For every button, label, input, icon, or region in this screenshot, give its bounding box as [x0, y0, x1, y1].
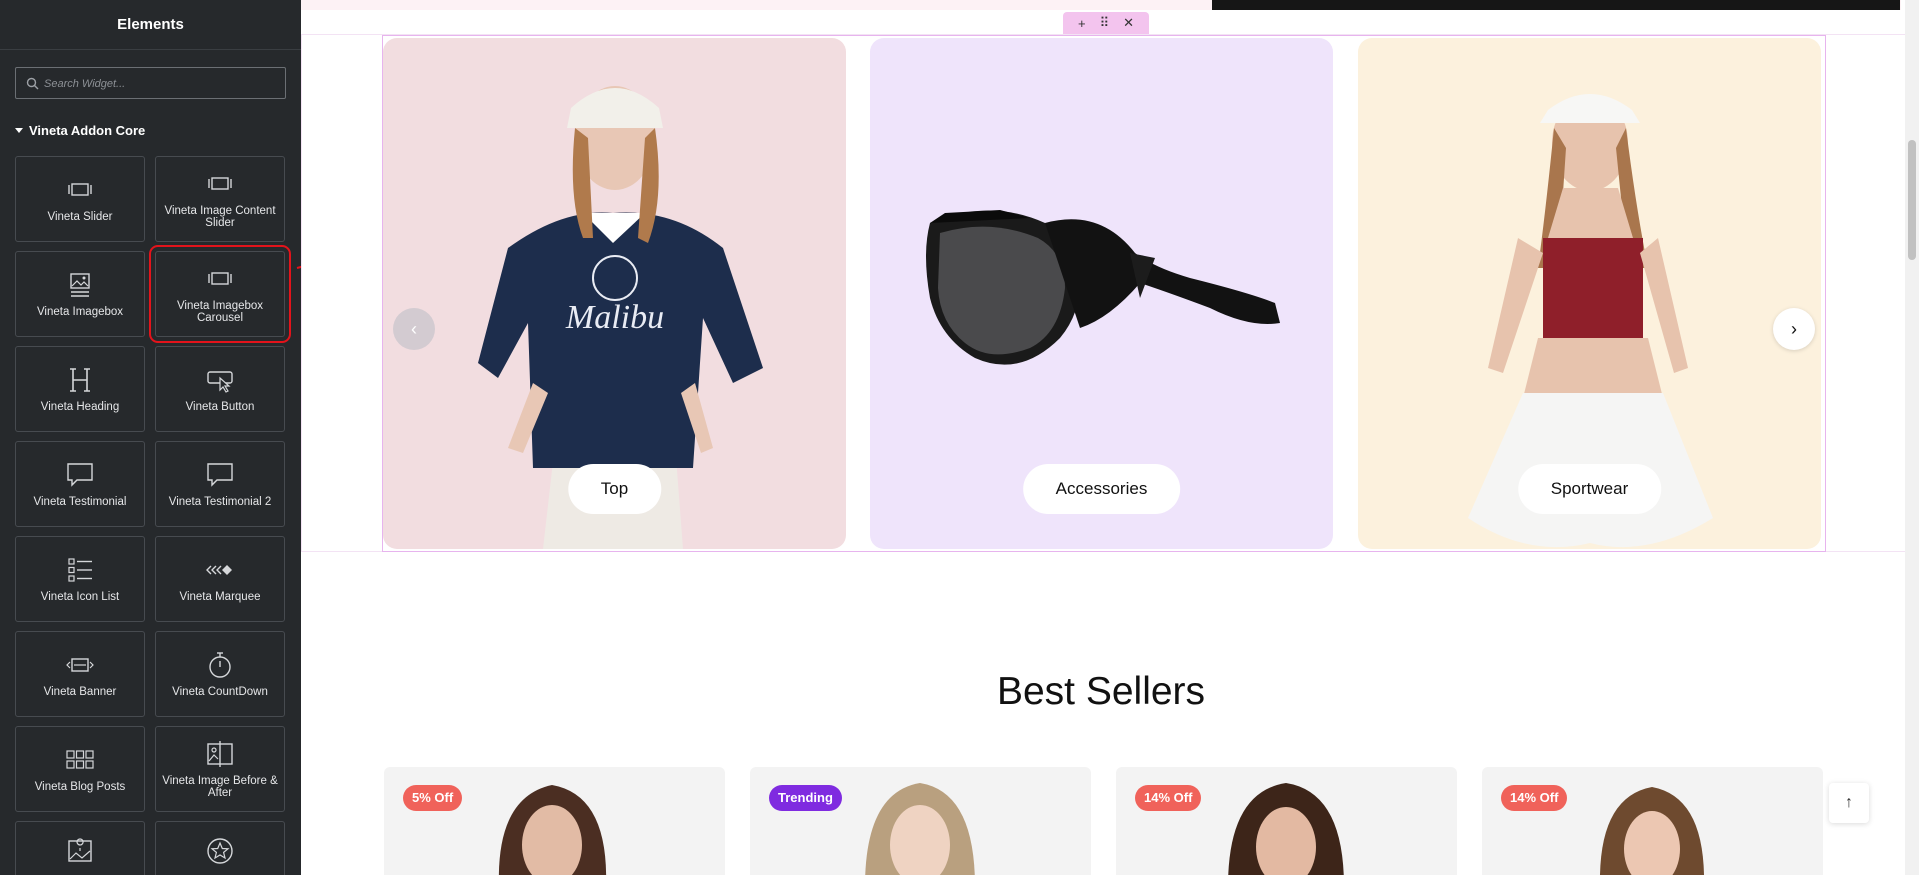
close-icon[interactable]: ✕ — [1123, 15, 1134, 31]
widget-label: Vineta Testimonial 2 — [168, 496, 272, 508]
widget-label: Vineta Banner — [43, 686, 117, 698]
previous-section-edge — [301, 0, 1901, 10]
search-widget-input[interactable] — [44, 74, 274, 94]
widget-vineta-icon-list[interactable]: Vineta Icon List — [15, 536, 145, 622]
trending-badge: Trending — [769, 785, 842, 811]
card-label: Top — [567, 464, 662, 514]
widget-vineta-countdown[interactable]: Vineta CountDown — [155, 631, 285, 717]
canvas-scrollbar[interactable] — [1905, 0, 1919, 875]
widget-grid: Vineta Slider Vineta Image Content Slide… — [15, 156, 291, 875]
widget-label: Vineta Slider — [47, 211, 113, 223]
category-label: Vineta Addon Core — [29, 123, 146, 138]
carousel-card-top[interactable]: Malibu Top — [383, 38, 846, 549]
product-image — [1600, 787, 1704, 875]
editor-canvas: + ⠿ ✕ Malibu Top Accessories Sportwear ‹… — [301, 0, 1919, 875]
panel-title: Elements — [0, 0, 301, 50]
carousel-card-sportwear[interactable]: Sportwear — [1358, 38, 1821, 549]
widget-vineta-testimonial-2[interactable]: Vineta Testimonial 2 — [155, 441, 285, 527]
card-label: Sportwear — [1517, 464, 1662, 514]
widget-label: Vineta Heading — [40, 401, 120, 413]
product-card[interactable]: 14% Off — [1482, 767, 1823, 875]
carousel-card-accessories[interactable]: Accessories — [870, 38, 1333, 549]
carousel-prev-button[interactable]: ‹ — [393, 308, 435, 350]
product-card[interactable]: 14% Off — [1116, 767, 1457, 875]
chevron-right-icon: › — [1791, 318, 1797, 339]
widget-vineta-imagebox[interactable]: Vineta Imagebox — [15, 251, 145, 337]
elements-panel: Elements Vineta Addon Core Vineta Slider… — [0, 0, 301, 875]
widget-label: Vineta Marquee — [179, 591, 261, 603]
product-card[interactable]: 5% Off — [384, 767, 725, 875]
drag-handle-icon[interactable]: ⠿ — [1100, 15, 1110, 31]
widget-label: Vineta Image Before & After — [162, 775, 278, 799]
marquee-icon — [206, 565, 232, 575]
carousel-next-button[interactable]: › — [1773, 308, 1815, 350]
widget-vineta-heading[interactable]: Vineta Heading — [15, 346, 145, 432]
chevron-left-icon: ‹ — [411, 318, 417, 339]
image-icon — [70, 273, 90, 297]
widget-vineta-blog-posts[interactable]: Vineta Blog Posts — [15, 726, 145, 812]
button-icon — [207, 371, 233, 393]
widget-label: Vineta Testimonial — [33, 496, 127, 508]
category-header[interactable]: Vineta Addon Core — [15, 123, 145, 138]
search-icon — [26, 77, 39, 90]
slider-icon — [68, 183, 92, 196]
product-image — [1228, 783, 1344, 875]
heading-icon — [70, 368, 90, 392]
widget-label: Vineta Imagebox — [36, 306, 124, 318]
best-sellers-heading: Best Sellers — [996, 670, 1206, 713]
slider-icon — [208, 177, 232, 190]
arrow-up-icon: ↑ — [1845, 794, 1853, 811]
star-icon — [207, 838, 233, 864]
before-after-icon — [207, 741, 233, 767]
discount-badge: 14% Off — [1135, 785, 1202, 811]
widget-label: Vineta Blog Posts — [34, 781, 126, 793]
slider-icon — [208, 272, 232, 285]
discount-badge: 14% Off — [1501, 785, 1568, 811]
scrollbar-thumb[interactable] — [1908, 140, 1916, 260]
widget-label: Vineta Image Content Slider — [164, 205, 276, 229]
stopwatch-icon — [209, 652, 231, 678]
product-image — [865, 783, 975, 875]
map-image-icon — [68, 838, 92, 862]
grid-icon — [66, 750, 94, 769]
speech-bubble-icon — [67, 463, 93, 487]
widget-vineta-imagebox-carousel[interactable]: Vineta Imagebox Carousel — [149, 245, 291, 343]
add-section-icon[interactable]: + — [1078, 16, 1086, 31]
widget-vineta-marquee[interactable]: Vineta Marquee — [155, 536, 285, 622]
product-card[interactable]: Trending — [750, 767, 1091, 875]
product-image — [498, 785, 607, 875]
widget-vineta-banner[interactable]: Vineta Banner — [15, 631, 145, 717]
widget-vineta-testimonial[interactable]: Vineta Testimonial — [15, 441, 145, 527]
widget-vineta-slider[interactable]: Vineta Slider — [15, 156, 145, 242]
widget-vineta-button[interactable]: Vineta Button — [155, 346, 285, 432]
widget-partial-star[interactable] — [155, 821, 285, 875]
widget-label: Vineta Imagebox Carousel — [176, 300, 264, 324]
back-to-top-button[interactable]: ↑ — [1829, 783, 1869, 823]
widget-label: Vineta Button — [185, 401, 255, 413]
search-box[interactable] — [15, 67, 286, 99]
widget-label: Vineta Icon List — [40, 591, 120, 603]
banner-icon — [66, 658, 94, 672]
widget-label: Vineta CountDown — [172, 686, 268, 698]
widget-vineta-image-content-slider[interactable]: Vineta Image Content Slider — [155, 156, 285, 242]
caret-down-icon — [15, 128, 23, 133]
list-icon — [68, 558, 92, 582]
svg-text:Malibu: Malibu — [565, 299, 664, 336]
imagebox-carousel[interactable]: Malibu Top Accessories Sportwear ‹ › — [382, 35, 1826, 552]
previous-section-image — [1212, 0, 1900, 10]
section-handle[interactable]: + ⠿ ✕ — [1063, 12, 1149, 34]
widget-vineta-image-before-after[interactable]: Vineta Image Before & After — [155, 726, 285, 812]
card-label: Accessories — [1022, 464, 1181, 514]
speech-bubble-icon — [207, 463, 233, 487]
discount-badge: 5% Off — [403, 785, 463, 811]
widget-partial-map-image[interactable] — [15, 821, 145, 875]
